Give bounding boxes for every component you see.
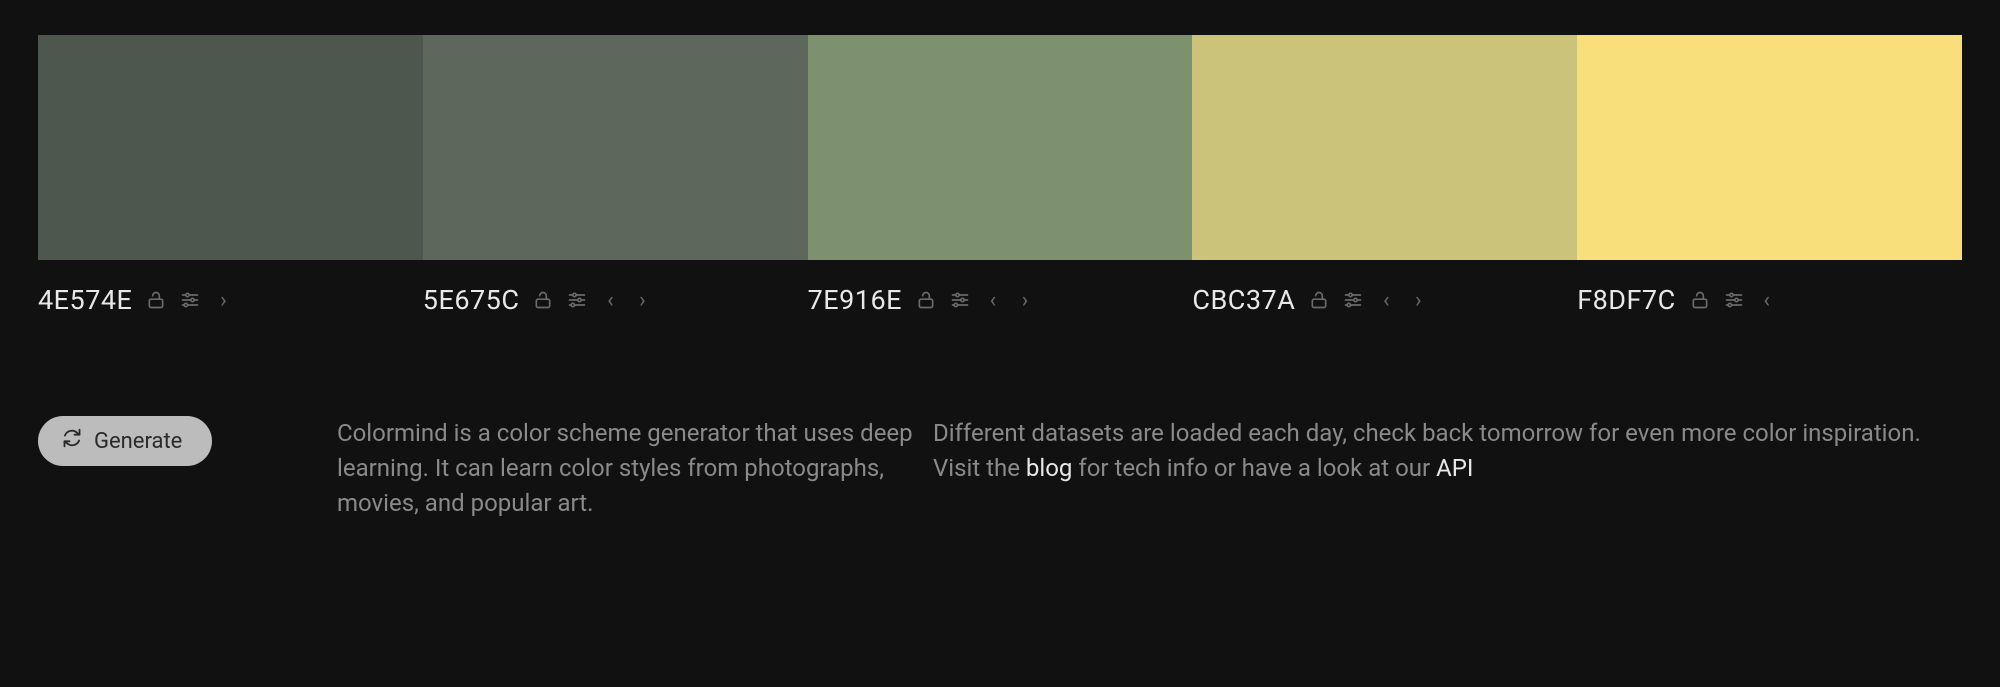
sliders-icon[interactable] — [180, 290, 200, 310]
palette-meta-row: 4E574E › 5E675C ‹ › 7E916E ‹ › CBC37A ‹ › F8DF7C ‹ — [38, 284, 1962, 316]
hex-code: F8DF7C — [1577, 284, 1676, 316]
lock-icon[interactable] — [146, 290, 166, 310]
color-swatch[interactable] — [1577, 35, 1962, 260]
color-swatch[interactable] — [38, 35, 423, 260]
description-right: Different datasets are loaded each day, … — [933, 416, 1962, 486]
palette-strip — [38, 35, 1962, 260]
generate-button-label: Generate — [94, 429, 182, 454]
color-swatch[interactable] — [808, 35, 1193, 260]
lock-icon[interactable] — [1690, 290, 1710, 310]
hex-code: 4E574E — [38, 284, 132, 316]
blog-link[interactable]: blog — [1026, 454, 1072, 482]
refresh-icon — [62, 428, 82, 454]
sliders-icon[interactable] — [1343, 290, 1363, 310]
swatch-meta: CBC37A ‹ › — [1192, 284, 1577, 316]
chevron-right-icon[interactable]: › — [633, 288, 651, 313]
generate-button[interactable]: Generate — [38, 416, 212, 466]
lock-icon[interactable] — [916, 290, 936, 310]
chevron-left-icon[interactable]: ‹ — [1758, 288, 1776, 313]
swatch-meta: 5E675C ‹ › — [423, 284, 808, 316]
hex-code: 5E675C — [423, 284, 520, 316]
swatch-meta: 4E574E › — [38, 284, 423, 316]
chevron-left-icon[interactable]: ‹ — [1377, 288, 1395, 313]
color-swatch[interactable] — [423, 35, 808, 260]
chevron-right-icon[interactable]: › — [1016, 288, 1034, 313]
chevron-left-icon[interactable]: ‹ — [984, 288, 1002, 313]
chevron-right-icon[interactable]: › — [1409, 288, 1427, 313]
chevron-left-icon[interactable]: ‹ — [601, 288, 619, 313]
sliders-icon[interactable] — [1724, 290, 1744, 310]
chevron-right-icon[interactable]: › — [214, 288, 232, 313]
sliders-icon[interactable] — [567, 290, 587, 310]
color-swatch[interactable] — [1192, 35, 1577, 260]
swatch-meta: 7E916E ‹ › — [808, 284, 1193, 316]
hex-code: 7E916E — [808, 284, 902, 316]
lock-icon[interactable] — [1309, 290, 1329, 310]
description-left: Colormind is a color scheme generator th… — [337, 416, 933, 520]
swatch-meta: F8DF7C ‹ — [1577, 284, 1962, 316]
api-link[interactable]: API — [1436, 454, 1473, 482]
hex-code: CBC37A — [1192, 284, 1295, 316]
sliders-icon[interactable] — [950, 290, 970, 310]
lock-icon[interactable] — [533, 290, 553, 310]
